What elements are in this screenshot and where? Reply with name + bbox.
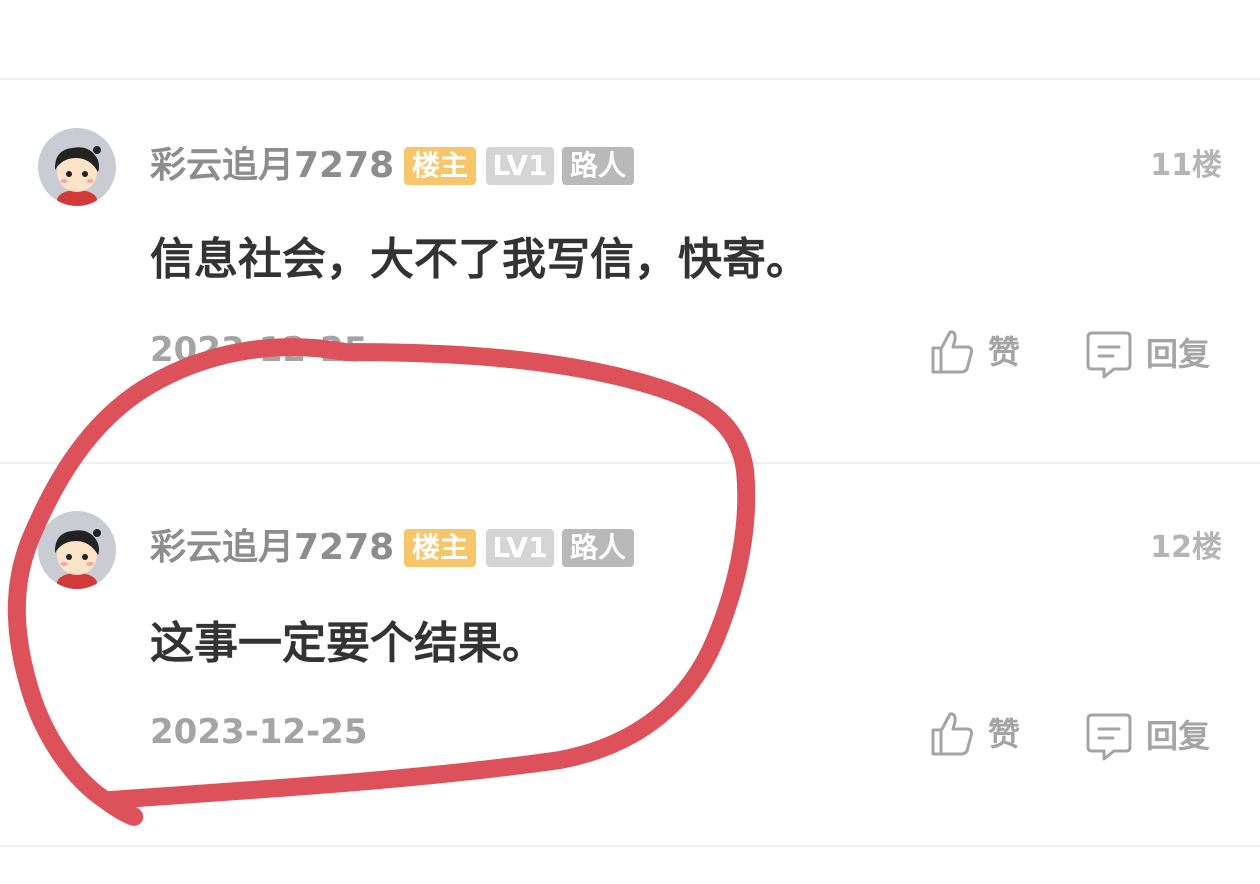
like-button[interactable]: 赞: [930, 326, 1020, 378]
comment-list: 彩云追月7278 楼主 LV1 路人 11楼 信息社会，大不了我写信，快寄。 2…: [0, 0, 1260, 884]
level-badge: LV1: [486, 529, 554, 567]
level-badge: LV1: [486, 147, 554, 185]
divider: [0, 845, 1260, 847]
thumbs-up-icon: [931, 330, 974, 374]
comment-item: 彩云追月7278 楼主 LV1 路人 11楼 信息社会，大不了我写信，快寄。 2…: [0, 80, 1260, 460]
comment-text: 信息社会，大不了我写信，快寄。: [150, 234, 810, 285]
comment-date: 2023-12-25: [150, 330, 368, 370]
speech-bubble-icon: [1086, 331, 1132, 379]
comment-text: 这事一定要个结果。: [150, 618, 546, 669]
username[interactable]: 彩云追月7278: [150, 526, 394, 570]
reply-button[interactable]: 回复: [1086, 328, 1210, 380]
like-button[interactable]: 赞: [930, 708, 1020, 760]
floor-number: 11楼: [1150, 148, 1222, 183]
avatar-image: [54, 146, 101, 206]
op-badge: 楼主: [404, 147, 476, 185]
role-badge: 路人: [562, 529, 634, 567]
username[interactable]: 彩云追月7278: [150, 144, 394, 188]
reply-label: 回复: [1146, 717, 1211, 755]
like-label: 赞: [988, 715, 1021, 753]
reply-button[interactable]: 回复: [1086, 710, 1210, 762]
comment-item: 彩云追月7278 楼主 LV1 路人 12楼 这事一定要个结果。 2023-12…: [0, 464, 1260, 844]
thumbs-up-icon: [931, 712, 974, 756]
role-badge: 路人: [562, 147, 634, 185]
floor-number: 12楼: [1150, 530, 1222, 565]
avatar-image: [54, 529, 101, 589]
like-label: 赞: [988, 333, 1021, 371]
avatar[interactable]: [38, 511, 116, 589]
comment-date: 2023-12-25: [150, 712, 368, 752]
op-badge: 楼主: [404, 529, 476, 567]
speech-bubble-icon: [1086, 713, 1132, 761]
avatar[interactable]: [38, 128, 116, 206]
reply-label: 回复: [1146, 335, 1211, 373]
